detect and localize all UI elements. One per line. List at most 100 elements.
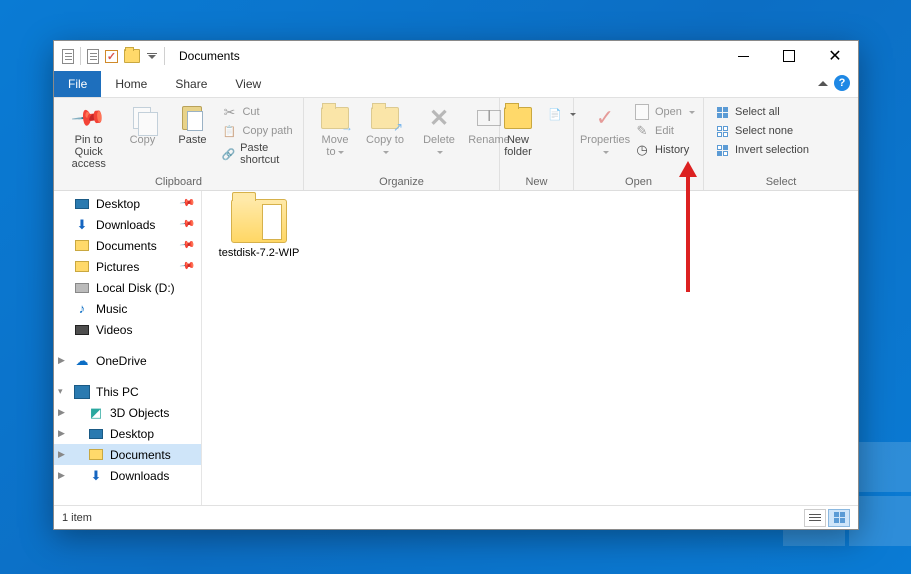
- edit-button[interactable]: ✎ Edit: [634, 123, 695, 139]
- music-icon: ♪: [79, 301, 86, 316]
- minimize-button[interactable]: [720, 41, 766, 71]
- window-controls: ✕: [720, 41, 858, 71]
- folder-icon: [89, 449, 103, 460]
- new-folder-icon: [504, 107, 532, 129]
- copy-path-icon: 📋: [221, 123, 237, 139]
- nav-pane[interactable]: Desktop📌⬇Downloads📌Documents📌Pictures📌Lo…: [54, 191, 202, 505]
- paste-shortcut-icon: 🔗: [221, 146, 235, 162]
- group-clipboard: 📌 Pin to Quick access Copy Paste ✂ Cut: [54, 98, 304, 190]
- open-button[interactable]: Open: [634, 104, 695, 120]
- nav-item-documents[interactable]: Documents📌: [54, 235, 201, 256]
- ribbon-collapse-icon[interactable]: [818, 81, 828, 86]
- copy-to-button[interactable]: ↗ Copy to: [360, 102, 410, 160]
- separator: [80, 47, 81, 65]
- file-icon[interactable]: [62, 49, 74, 64]
- invert-selection-button[interactable]: Invert selection: [714, 142, 809, 158]
- cloud-icon: ☁: [74, 354, 90, 368]
- nav-item-downloads[interactable]: ▶⬇Downloads: [54, 465, 201, 486]
- properties-icon[interactable]: ✓: [105, 50, 118, 63]
- cut-button[interactable]: ✂ Cut: [221, 104, 293, 120]
- nav-item-documents[interactable]: ▶Documents: [54, 444, 201, 465]
- select-none-button[interactable]: Select none: [714, 123, 809, 139]
- chevron-right-icon: ▶: [58, 470, 65, 481]
- ribbon: 📌 Pin to Quick access Copy Paste ✂ Cut: [54, 97, 858, 191]
- invert-selection-icon: [714, 142, 730, 158]
- history-button[interactable]: ◷ History: [634, 142, 695, 158]
- pin-icon: 📌: [178, 237, 195, 253]
- pin-icon: 📌: [178, 258, 195, 274]
- video-icon: [75, 325, 89, 335]
- view-details-button[interactable]: [804, 509, 826, 527]
- tab-view[interactable]: View: [221, 71, 275, 97]
- tab-home[interactable]: Home: [101, 71, 161, 97]
- download-icon: ⬇: [91, 468, 102, 484]
- move-to-button[interactable]: → Move to: [310, 102, 360, 160]
- pin-icon: 📌: [70, 99, 108, 137]
- tab-share[interactable]: Share: [161, 71, 221, 97]
- tab-file[interactable]: File: [54, 71, 101, 97]
- file-list[interactable]: testdisk-7.2-WIP: [202, 191, 858, 505]
- ribbon-tabs: File Home Share View ?: [54, 71, 858, 97]
- group-open: ✓ Properties Open ✎ Edit ◷ History: [574, 98, 704, 190]
- paste-button[interactable]: Paste: [167, 102, 217, 148]
- pencil-icon: ✎: [634, 123, 650, 139]
- paste-shortcut-button[interactable]: 🔗 Paste shortcut: [221, 142, 293, 166]
- quick-access-toolbar: ✓: [54, 47, 173, 65]
- folder-icon: [231, 199, 287, 243]
- pin-to-quick-access-button[interactable]: 📌 Pin to Quick access: [60, 102, 117, 172]
- view-icons-button[interactable]: [828, 509, 850, 527]
- explorer-window: ✓ Documents ✕ File Home Share View ? 📌: [53, 40, 859, 530]
- content-area: Desktop📌⬇Downloads📌Documents📌Pictures📌Lo…: [54, 191, 858, 505]
- nav-onedrive[interactable]: ▶ ☁ OneDrive: [54, 350, 201, 371]
- nav-item-desktop[interactable]: ▶Desktop: [54, 423, 201, 444]
- nav-item-downloads[interactable]: ⬇Downloads📌: [54, 214, 201, 235]
- nav-item-desktop[interactable]: Desktop📌: [54, 193, 201, 214]
- group-select: Select all Select none Invert selection …: [704, 98, 858, 190]
- delete-icon: ✕: [429, 104, 449, 133]
- open-icon: [634, 104, 650, 120]
- select-all-icon: [714, 104, 730, 120]
- monitor-icon: [75, 199, 89, 209]
- file-name: testdisk-7.2-WIP: [219, 247, 300, 259]
- nav-item-local-disk-d-[interactable]: Local Disk (D:): [54, 277, 201, 298]
- chevron-right-icon: ▶: [58, 428, 65, 439]
- nav-item-pictures[interactable]: Pictures📌: [54, 256, 201, 277]
- pin-icon: 📌: [178, 216, 195, 232]
- new-doc-icon[interactable]: [87, 49, 99, 64]
- copy-path-button[interactable]: 📋 Copy path: [221, 123, 293, 139]
- pc-icon: [74, 385, 90, 399]
- maximize-button[interactable]: [766, 41, 812, 71]
- rename-icon: [477, 110, 501, 126]
- window-title: Documents: [173, 49, 240, 63]
- copy-icon: [133, 107, 151, 129]
- disk-icon: [75, 283, 89, 293]
- separator: [164, 47, 165, 65]
- chevron-right-icon: ▶: [58, 449, 65, 460]
- file-item[interactable]: testdisk-7.2-WIP: [214, 199, 304, 259]
- monitor-icon: [89, 429, 103, 439]
- pin-icon: 📌: [178, 195, 195, 211]
- history-icon: ◷: [634, 142, 650, 158]
- properties-button[interactable]: ✓ Properties: [580, 102, 630, 160]
- help-icon[interactable]: ?: [834, 75, 850, 91]
- select-all-button[interactable]: Select all: [714, 104, 809, 120]
- properties-icon: ✓: [596, 105, 614, 131]
- select-none-icon: [714, 123, 730, 139]
- chevron-down-icon: ▾: [58, 386, 63, 397]
- folder-icon[interactable]: [124, 49, 140, 63]
- nav-item-videos[interactable]: Videos: [54, 319, 201, 340]
- copy-button[interactable]: Copy: [117, 102, 167, 148]
- cube-icon: ◩: [90, 405, 102, 421]
- close-button[interactable]: ✕: [812, 41, 858, 71]
- delete-button[interactable]: ✕ Delete: [414, 102, 464, 160]
- qat-dropdown-icon[interactable]: [146, 53, 158, 59]
- new-item-button[interactable]: 📄: [547, 106, 576, 122]
- nav-item-music[interactable]: ♪Music: [54, 298, 201, 319]
- group-organize: → Move to ↗ Copy to ✕ Delete Rename Orga…: [304, 98, 500, 190]
- nav-this-pc[interactable]: ▾ This PC: [54, 381, 201, 402]
- chevron-right-icon: ▶: [58, 407, 65, 418]
- scissors-icon: ✂: [221, 104, 237, 120]
- download-icon: ⬇: [77, 217, 88, 233]
- nav-item-3d-objects[interactable]: ▶◩3D Objects: [54, 402, 201, 423]
- paste-icon: [182, 106, 202, 130]
